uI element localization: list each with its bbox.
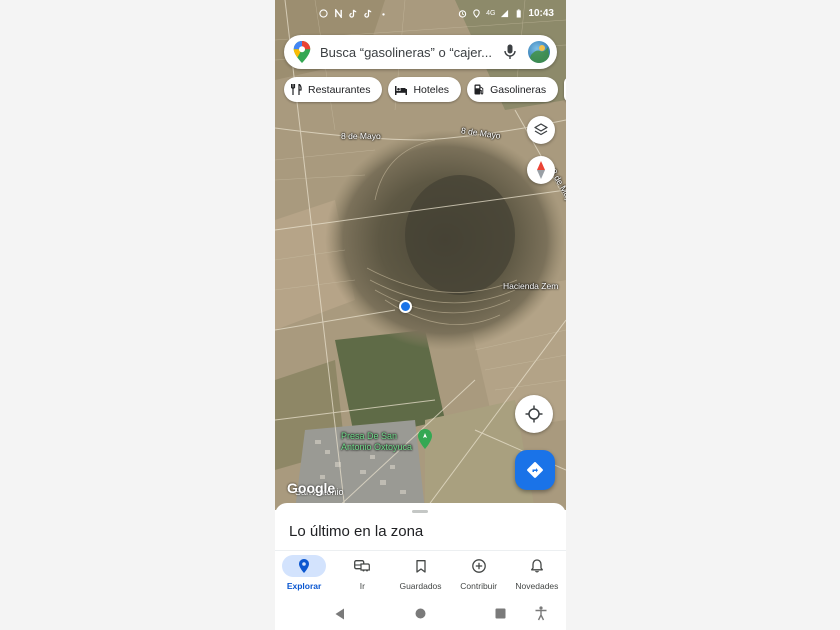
chip-gasolineras[interactable]: Gasolineras	[467, 77, 559, 102]
maps-pin-icon	[293, 41, 311, 63]
gas-pump-icon	[474, 84, 484, 95]
nav-icon-wrap	[515, 555, 559, 577]
chip-label: Gasolineras	[490, 83, 547, 96]
search-bar[interactable]: Busca “gasolineras” o “cajer...	[284, 35, 557, 69]
google-attribution: Google	[287, 480, 336, 496]
bed-icon	[395, 85, 408, 95]
bottom-sheet[interactable]: Lo último en la zona	[275, 503, 566, 553]
poi-label[interactable]: Presa De San Antonio Oxtoyuca	[341, 431, 412, 453]
nav-label: Guardados	[399, 581, 442, 591]
nav-label: Contribuir	[460, 581, 498, 591]
add-circle-icon	[471, 559, 486, 573]
chip-label: Hoteles	[413, 83, 450, 96]
clock: 10:43	[528, 8, 554, 19]
nav-explorar[interactable]: Explorar	[275, 551, 333, 598]
chip-label: Restaurantes	[308, 83, 371, 96]
home-circle-icon[interactable]	[415, 608, 426, 619]
recents-square-icon[interactable]	[495, 608, 506, 619]
nav-icon-wrap	[457, 555, 501, 577]
nav-novedades[interactable]: Novedades	[508, 551, 566, 598]
nav-label: Novedades	[515, 581, 559, 591]
road-label: 8 de Mayo	[341, 131, 381, 141]
back-triangle-icon[interactable]	[335, 608, 345, 620]
bell-icon	[530, 559, 543, 573]
sheet-title: Lo último en la zona	[289, 523, 424, 540]
dot-icon	[382, 13, 385, 16]
avatar-image	[528, 45, 550, 63]
fork-knife-icon	[291, 84, 302, 95]
nav-ir[interactable]: Ir	[333, 551, 391, 598]
directions-icon	[527, 462, 543, 478]
nav-icon-wrap	[282, 555, 327, 577]
layers-icon	[534, 123, 548, 136]
sheet-drag-handle[interactable]	[412, 510, 428, 513]
compass-icon	[537, 161, 545, 179]
nav-icon-wrap	[340, 555, 384, 577]
avatar[interactable]	[528, 41, 550, 63]
nav-contribuir[interactable]: Contribuir	[450, 551, 508, 598]
poi-name-line2: Antonio Oxtoyuca	[341, 442, 413, 452]
satellite-map[interactable]: 8 de Mayo 8 de Mayo 8 de Mayo Hacienda Z…	[275, 0, 566, 510]
directions-button[interactable]	[515, 450, 555, 490]
chip-more[interactable]	[564, 77, 566, 102]
tiktok-icon	[364, 9, 372, 18]
layers-button[interactable]	[527, 116, 555, 144]
location-icon	[473, 9, 480, 18]
commute-icon	[354, 560, 371, 572]
chip-hoteles[interactable]: Hoteles	[388, 77, 462, 102]
whatsapp-icon	[319, 9, 328, 18]
signal-icon	[501, 9, 509, 18]
nav-guardados[interactable]: Guardados	[391, 551, 449, 598]
nav-label: Ir	[359, 581, 365, 591]
system-navigation-bar	[275, 598, 566, 630]
chip-restaurantes[interactable]: Restaurantes	[284, 77, 383, 102]
mic-icon[interactable]	[503, 44, 517, 60]
recenter-button[interactable]	[515, 395, 553, 433]
category-chips: Restaurantes Hoteles Gasolineras	[284, 77, 566, 102]
bottom-navigation: Explorar Ir Guardados Contribuir Novedad…	[275, 550, 566, 598]
place-label[interactable]: Hacienda Zem	[503, 281, 558, 291]
my-location-dot	[399, 300, 412, 313]
poi-pin-icon[interactable]	[418, 429, 432, 449]
nav-icon-wrap	[399, 555, 443, 577]
crosshair-icon	[525, 405, 543, 423]
tiktok-icon	[349, 9, 357, 18]
battery-icon	[517, 9, 522, 18]
network-type: 4G	[486, 10, 496, 17]
accessibility-icon[interactable]	[535, 606, 547, 621]
phone-screen: 8 de Mayo 8 de Mayo 8 de Mayo Hacienda Z…	[275, 0, 566, 630]
bookmark-icon	[415, 559, 426, 573]
alarm-icon	[458, 10, 467, 18]
status-bar: 4G 10:43	[275, 0, 566, 30]
poi-name-line1: Presa De San	[341, 431, 398, 441]
explore-pin-icon	[299, 559, 310, 573]
n-icon	[335, 9, 342, 18]
nav-label: Explorar	[286, 581, 322, 591]
search-placeholder[interactable]: Busca “gasolineras” o “cajer...	[320, 45, 503, 60]
compass-button[interactable]	[527, 156, 555, 184]
